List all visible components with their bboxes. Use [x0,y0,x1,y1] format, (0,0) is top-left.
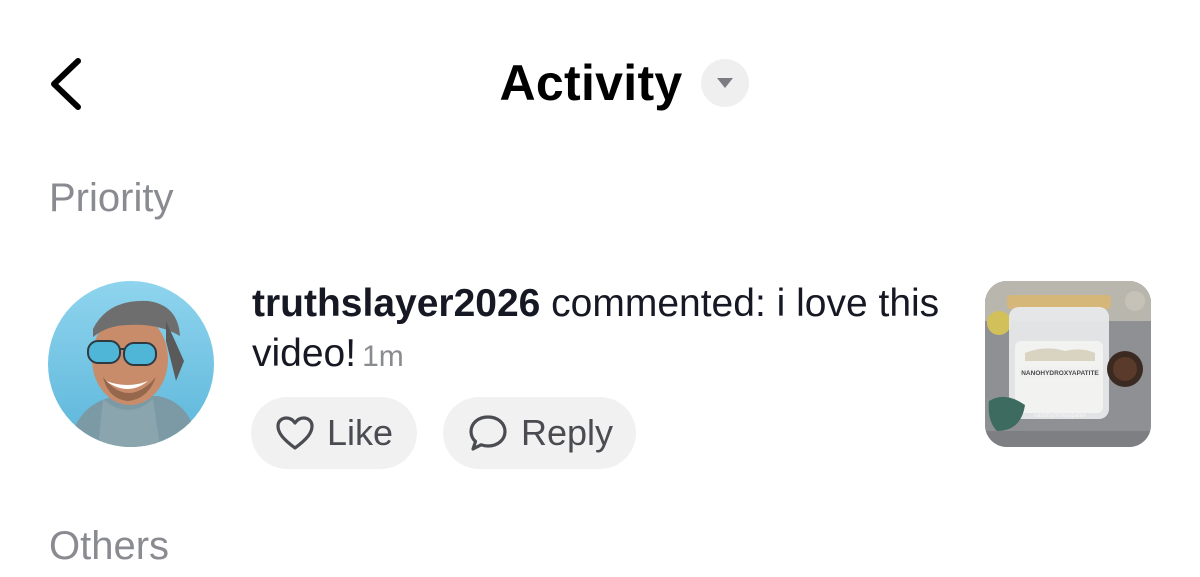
reply-button[interactable]: Reply [443,397,636,469]
video-thumbnail[interactable]: NANOHYDROXYAPATITE nanohydroxyapatite [985,281,1151,447]
section-label-others: Others [49,524,170,568]
section-label-priority: Priority [49,176,174,220]
header-bar: Activity [0,0,1200,160]
thumbnail-caption-top: NANOHYDROXYAPATITE [1021,370,1099,377]
title-group: Activity [0,50,1200,116]
notification-username[interactable]: truthslayer2026 [252,282,540,325]
heart-icon [275,415,315,451]
avatar[interactable] [48,281,214,447]
like-button[interactable]: Like [251,397,417,469]
like-label: Like [327,412,394,453]
page-title: Activity [499,55,683,111]
caret-down-icon [716,78,733,88]
notification-timestamp: 1m [362,340,404,373]
notification-text[interactable]: truthslayer2026 commented: i love this v… [252,279,962,382]
reply-label: Reply [521,412,614,453]
speech-bubble-icon [467,413,509,453]
thumbnail-caption-bottom: nanohydroxyapatite [1034,413,1087,419]
activity-filter-dropdown[interactable] [700,59,749,107]
notification-actions: Like Reply [251,397,636,469]
